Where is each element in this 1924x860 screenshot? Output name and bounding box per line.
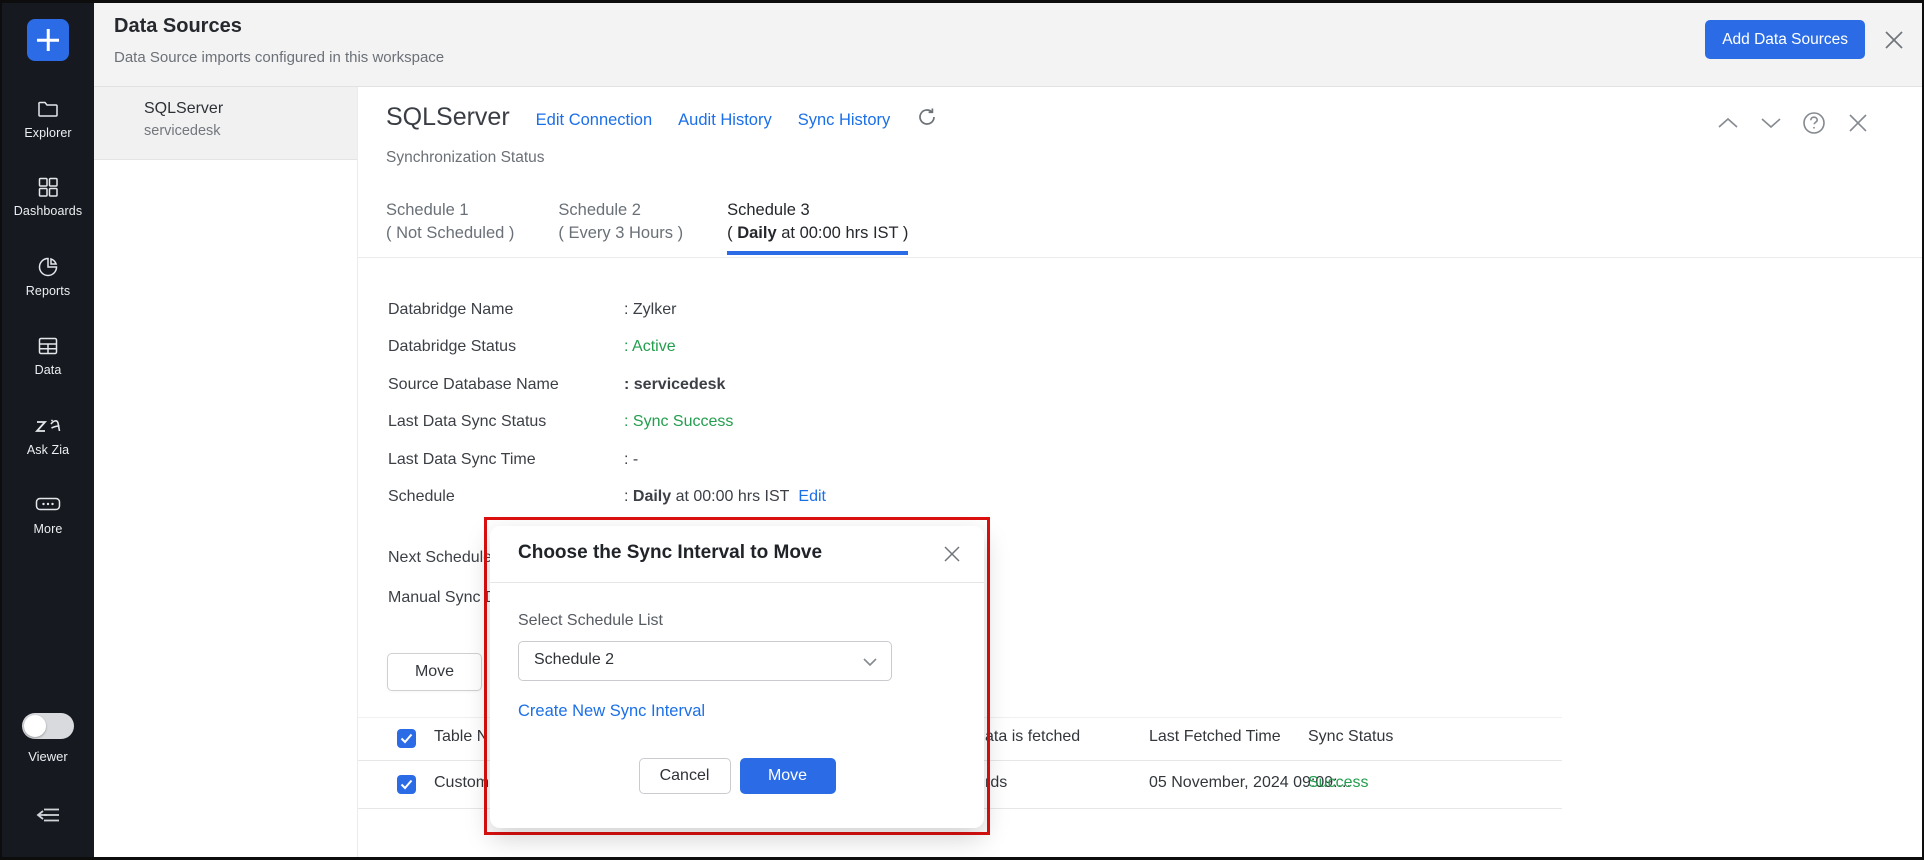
- ellipsis-icon: [2, 493, 94, 517]
- sync-interval-dialog: Choose the Sync Interval to Move Select …: [490, 526, 984, 828]
- tab-schedule-2[interactable]: Schedule 2 ( Every 3 Hours ): [558, 199, 683, 255]
- schedule-value: Daily at 00:00 hrs ISTEdit: [624, 488, 826, 506]
- dialog-footer: Cancel Move: [490, 758, 984, 794]
- last-sync-status-value: Sync Success: [624, 413, 733, 431]
- source-name: SQLServer: [144, 100, 357, 118]
- sidebar-item-data[interactable]: Data: [2, 334, 94, 377]
- data-source-list: SQLServer servicedesk: [94, 87, 358, 857]
- sidebar-item-reports[interactable]: Reports: [2, 255, 94, 298]
- chevron-up-icon[interactable]: [1715, 115, 1741, 131]
- page-title: Data Sources: [114, 15, 242, 38]
- schedule-select-value: Schedule 2: [534, 651, 614, 669]
- create-new-button[interactable]: [27, 19, 69, 61]
- detail-row: Source Database Name servicedesk: [388, 366, 826, 404]
- pie-chart-icon: [2, 255, 94, 279]
- sidebar: Explorer Dashboards Reports Data Ask Zia: [2, 3, 94, 857]
- databridge-status-value: Active: [624, 338, 676, 356]
- chevron-down-icon: [862, 655, 878, 673]
- schedule-select[interactable]: Schedule 2: [518, 641, 892, 681]
- chevron-down-icon[interactable]: [1758, 115, 1784, 131]
- detail-row: Last Data Sync Time -: [388, 441, 826, 479]
- tabs-divider: [358, 257, 1922, 258]
- col-table-name: Table N: [434, 728, 488, 746]
- sidebar-item-explorer[interactable]: Explorer: [2, 97, 94, 140]
- row-table-name: Custom: [434, 774, 489, 792]
- source-database: servicedesk: [144, 123, 357, 139]
- col-last-fetched-time: Last Fetched Time: [1149, 728, 1281, 746]
- detail-row: Databridge Name Zylker: [388, 291, 826, 329]
- source-title: SQLServer: [386, 103, 510, 132]
- toggle-knob: [24, 715, 46, 737]
- panel-close-icon[interactable]: [1844, 109, 1872, 137]
- synchronization-status-label: Synchronization Status: [386, 149, 545, 167]
- sidebar-item-label: Reports: [2, 284, 94, 298]
- next-schedule-label: Next Schedule: [388, 549, 492, 567]
- row-sync-status: Success: [1308, 774, 1368, 792]
- sidebar-item-label: Explorer: [2, 126, 94, 140]
- viewer-toggle[interactable]: [22, 713, 74, 739]
- detail-row: Schedule Daily at 00:00 hrs ISTEdit: [388, 479, 826, 517]
- dialog-close-icon[interactable]: [940, 542, 964, 571]
- dialog-header: Choose the Sync Interval to Move: [490, 526, 984, 583]
- audit-history-link[interactable]: Audit History: [678, 111, 772, 130]
- table-icon: [2, 334, 94, 358]
- create-new-sync-interval-link[interactable]: Create New Sync Interval: [518, 702, 705, 721]
- col-how-data-fetched: ata is fetched: [985, 728, 1080, 746]
- refresh-icon[interactable]: [916, 106, 938, 133]
- help-icon[interactable]: [1801, 110, 1827, 136]
- sidebar-item-label: Ask Zia: [2, 443, 94, 457]
- col-sync-status: Sync Status: [1308, 728, 1393, 746]
- sync-history-link[interactable]: Sync History: [798, 111, 891, 130]
- move-tables-button[interactable]: Move: [387, 653, 482, 691]
- zia-icon: [2, 414, 94, 438]
- sidebar-item-label: Dashboards: [2, 204, 94, 218]
- collapse-sidebar-icon[interactable]: [33, 803, 63, 832]
- select-schedule-label: Select Schedule List: [518, 612, 663, 630]
- tab-schedule-3[interactable]: Schedule 3 ( Daily at 00:00 hrs IST ): [727, 199, 908, 255]
- add-data-sources-button[interactable]: Add Data Sources: [1705, 20, 1865, 59]
- app-window: Explorer Dashboards Reports Data Ask Zia: [0, 0, 1924, 860]
- dialog-move-button[interactable]: Move: [740, 758, 836, 794]
- close-icon[interactable]: [1881, 27, 1907, 58]
- edit-connection-link[interactable]: Edit Connection: [536, 111, 653, 130]
- sidebar-item-more[interactable]: More: [2, 493, 94, 536]
- detail-row: Databridge Status Active: [388, 329, 826, 367]
- page-subtitle: Data Source imports configured in this w…: [114, 49, 444, 66]
- manual-sync-label: Manual Sync D: [388, 589, 497, 607]
- detail-row: Last Data Sync Status Sync Success: [388, 404, 826, 442]
- select-all-checkbox[interactable]: [397, 729, 416, 748]
- source-database-value: servicedesk: [624, 376, 725, 394]
- sidebar-item-label: Data: [2, 363, 94, 377]
- sidebar-item-ask-zia[interactable]: Ask Zia: [2, 414, 94, 457]
- tab-schedule-1[interactable]: Schedule 1 ( Not Scheduled ): [386, 199, 514, 255]
- viewer-toggle-label: Viewer: [2, 749, 94, 764]
- folder-icon: [2, 97, 94, 121]
- sidebar-item-dashboards[interactable]: Dashboards: [2, 175, 94, 218]
- databridge-name-value: Zylker: [624, 301, 676, 319]
- last-sync-time-value: -: [624, 451, 638, 469]
- edit-schedule-link[interactable]: Edit: [798, 488, 826, 505]
- sync-details: Databridge Name Zylker Databridge Status…: [388, 291, 826, 516]
- sidebar-item-label: More: [2, 522, 94, 536]
- page-header: Data Sources Data Source imports configu…: [94, 3, 1922, 87]
- cancel-button[interactable]: Cancel: [639, 758, 731, 794]
- grid-icon: [2, 175, 94, 199]
- row-checkbox[interactable]: [397, 775, 416, 794]
- dialog-title: Choose the Sync Interval to Move: [518, 542, 822, 564]
- annotation-highlight-box: Choose the Sync Interval to Move Select …: [484, 517, 990, 835]
- list-item-sqlserver[interactable]: SQLServer servicedesk: [94, 87, 357, 160]
- schedule-tabs: Schedule 1 ( Not Scheduled ) Schedule 2 …: [386, 199, 908, 255]
